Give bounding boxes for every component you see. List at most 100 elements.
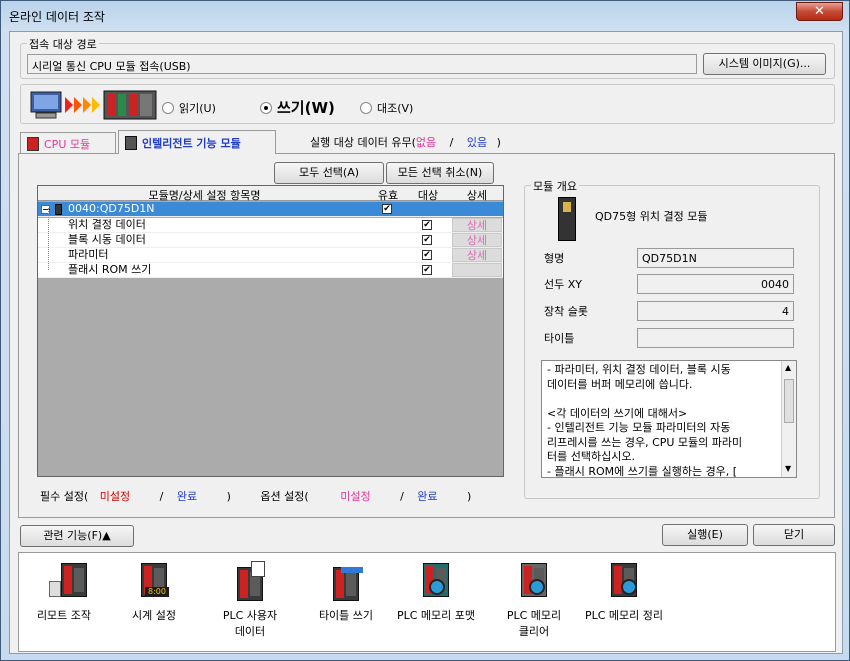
required-close: ) bbox=[226, 490, 231, 503]
select-all-button[interactable]: 모두 선택(A) bbox=[274, 162, 384, 184]
plc-user-data-icon bbox=[233, 561, 267, 601]
system-image-button[interactable]: 시스템 이미지(G)... bbox=[703, 53, 826, 75]
dialog-client: 접속 대상 경로 시리얼 통신 CPU 모듈 접속(USB) 시스템 이미지(G… bbox=[9, 31, 843, 654]
module-icon bbox=[55, 204, 62, 215]
grid-header-detail: 상세 bbox=[466, 189, 488, 202]
row-label: 파라미터 bbox=[68, 248, 109, 261]
tool-label: PLC 메모리 포맷 bbox=[396, 609, 476, 622]
tool-label: PLC 메모리 bbox=[506, 609, 562, 622]
tree-line bbox=[48, 208, 49, 270]
model-label: 형명 bbox=[544, 252, 565, 265]
connection-legend: 접속 대상 경로 bbox=[27, 36, 99, 52]
setting-legend: 필수 설정( 미설정 / 완료 ) 옵션 설정( 미설정 / 완료 ) bbox=[40, 488, 471, 504]
module-image-icon bbox=[558, 197, 576, 241]
scroll-down-icon[interactable]: ▼ bbox=[785, 464, 791, 473]
close-button[interactable]: 닫기 bbox=[753, 524, 835, 546]
description-scrollbar[interactable]: ▲ ▼ bbox=[781, 361, 796, 477]
tool-plc-memory-arrange[interactable]: PLC 메모리 정리 bbox=[574, 561, 674, 623]
detail-button[interactable]: 상세 bbox=[452, 248, 502, 262]
head-xy-label: 선두 XY bbox=[544, 278, 582, 291]
exist-data-legend: 실행 대상 데이터 유무(없음 / 있음 ) bbox=[310, 134, 501, 150]
verify-radio[interactable]: 대조(V) bbox=[360, 100, 413, 116]
tool-label: 시계 설정 bbox=[132, 609, 176, 622]
clock-setting-icon: 8:00 bbox=[137, 561, 171, 601]
target-checkbox[interactable]: ✔ bbox=[422, 220, 432, 230]
exist-yes: 있음 bbox=[466, 136, 488, 149]
required-done: 완료 bbox=[176, 490, 198, 503]
description-line: 리프레시를 쓰는 경우, CPU 모듈의 파라미 bbox=[547, 435, 743, 449]
detail-button[interactable]: 상세 bbox=[452, 233, 502, 247]
remote-operation-icon bbox=[47, 561, 87, 601]
tab-cpu-module[interactable]: CPU 모듈 bbox=[20, 132, 116, 154]
deselect-all-button[interactable]: 모든 선택 취소(N) bbox=[386, 162, 494, 184]
grid-row-flash-rom-write[interactable]: 플래시 ROM 쓰기 ✔ bbox=[38, 263, 503, 278]
tool-label: PLC 사용자 bbox=[222, 609, 278, 622]
write-radio-label: 쓰기(W) bbox=[277, 99, 335, 117]
tool-label: 리모트 조작 bbox=[36, 609, 92, 622]
target-checkbox[interactable]: ✔ bbox=[422, 235, 432, 245]
row-label: 블록 시동 데이터 bbox=[68, 233, 146, 246]
close-window-button[interactable]: ✕ bbox=[796, 2, 843, 21]
option-sep: / bbox=[400, 490, 404, 503]
read-radio[interactable]: 읽기(U) bbox=[162, 100, 216, 116]
grid-row-position-data[interactable]: 위치 결정 데이터 ✔ 상세 bbox=[38, 218, 503, 233]
row-label: 플래시 ROM 쓰기 bbox=[68, 263, 152, 276]
target-checkbox[interactable]: ✔ bbox=[422, 265, 432, 275]
description-line: - 인텔리전트 기능 모듈 파라미터의 자동 bbox=[547, 421, 731, 434]
clock-display: 8:00 bbox=[145, 587, 169, 597]
module-row[interactable]: − 0040:QD75D1N ✔ bbox=[38, 202, 503, 217]
description-line: - 파라미터, 위치 결정 데이터, 블록 시동 bbox=[547, 363, 731, 376]
tab-intelligent-module[interactable]: 인텔리전트 기능 모듈 bbox=[118, 130, 276, 154]
tool-clock-setting[interactable]: 8:00 시계 설정 bbox=[109, 561, 199, 623]
exist-none: 없음 bbox=[415, 136, 437, 149]
plc-memory-format-icon bbox=[419, 561, 453, 601]
module-valid-checkbox[interactable]: ✔ bbox=[382, 204, 392, 214]
detail-button[interactable]: 상세 bbox=[452, 218, 502, 232]
verify-radio-dot bbox=[360, 102, 372, 114]
summary-legend: 모듈 개요 bbox=[531, 178, 579, 194]
target-checkbox[interactable]: ✔ bbox=[422, 250, 432, 260]
title-bar: 온라인 데이터 조작 ✕ bbox=[1, 1, 849, 31]
exist-sep: / bbox=[449, 136, 454, 149]
plc-memory-arrange-icon bbox=[607, 561, 641, 601]
title-label: 타이틀 bbox=[544, 332, 575, 345]
connection-path-field: 시리얼 통신 CPU 모듈 접속(USB) bbox=[27, 54, 697, 74]
tab-intelligent-label: 인텔리전트 기능 모듈 bbox=[142, 136, 241, 150]
write-radio-dot bbox=[260, 101, 272, 114]
write-radio[interactable]: 쓰기(W) bbox=[260, 97, 335, 118]
window-title: 온라인 데이터 조작 bbox=[9, 10, 105, 24]
tool-plc-user-data[interactable]: PLC 사용자 데이터 bbox=[205, 561, 295, 639]
related-tools-panel: 리모트 조작 8:00 시계 설정 PLC 사용자 데이터 타이틀 쓰기 PLC… bbox=[18, 552, 836, 652]
scroll-thumb[interactable] bbox=[784, 379, 794, 423]
title-field bbox=[637, 328, 794, 348]
slot-label: 장착 슬롯 bbox=[544, 305, 588, 318]
grid-header: 모듈명/상세 설정 항목명 유효 대상 상세 bbox=[38, 186, 503, 202]
grid-row-block-start-data[interactable]: 블록 시동 데이터 ✔ 상세 bbox=[38, 233, 503, 248]
related-functions-button[interactable]: 관련 기능(F)▲ bbox=[20, 525, 134, 547]
tool-plc-memory-clear[interactable]: PLC 메모리 클리어 bbox=[489, 561, 579, 639]
intelligent-module-icon bbox=[125, 135, 137, 150]
grid-header-target: 대상 bbox=[417, 189, 439, 202]
scroll-up-icon[interactable]: ▲ bbox=[785, 363, 791, 372]
tool-remote-operation[interactable]: 리모트 조작 bbox=[19, 561, 109, 623]
option-done: 완료 bbox=[417, 490, 438, 503]
grid-row-parameter[interactable]: 파라미터 ✔ 상세 bbox=[38, 248, 503, 263]
option-label: 옵션 설정( bbox=[260, 490, 309, 503]
module-grid: 모듈명/상세 설정 항목명 유효 대상 상세 − 0040:QD75D1N ✔ … bbox=[37, 185, 504, 477]
title-write-icon bbox=[329, 561, 363, 601]
read-radio-dot bbox=[162, 102, 174, 114]
tool-label: 클리어 bbox=[518, 625, 550, 638]
tab-cpu-label: CPU 모듈 bbox=[44, 137, 91, 151]
execute-button[interactable]: 실행(E) bbox=[662, 524, 748, 546]
description-line: <각 데이터의 쓰기에 대해서> bbox=[547, 406, 688, 420]
tool-title-write[interactable]: 타이틀 쓰기 bbox=[301, 561, 391, 623]
option-close: ) bbox=[467, 490, 472, 503]
tool-label: 타이틀 쓰기 bbox=[318, 609, 374, 622]
tool-label: PLC 메모리 정리 bbox=[584, 609, 664, 622]
cpu-module-icon bbox=[27, 136, 39, 151]
description-box[interactable]: - 파라미터, 위치 결정 데이터, 블록 시동 데이터를 버퍼 메모리에 씁니… bbox=[541, 360, 797, 478]
description-line: - 플래시 ROM에 쓰기를 실행하는 경우, [ bbox=[547, 464, 738, 478]
tool-plc-memory-format[interactable]: PLC 메모리 포맷 bbox=[391, 561, 481, 623]
module-name: QD75형 위치 결정 모듈 bbox=[595, 210, 708, 223]
grid-header-name: 모듈명/상세 설정 항목명 bbox=[148, 189, 261, 202]
